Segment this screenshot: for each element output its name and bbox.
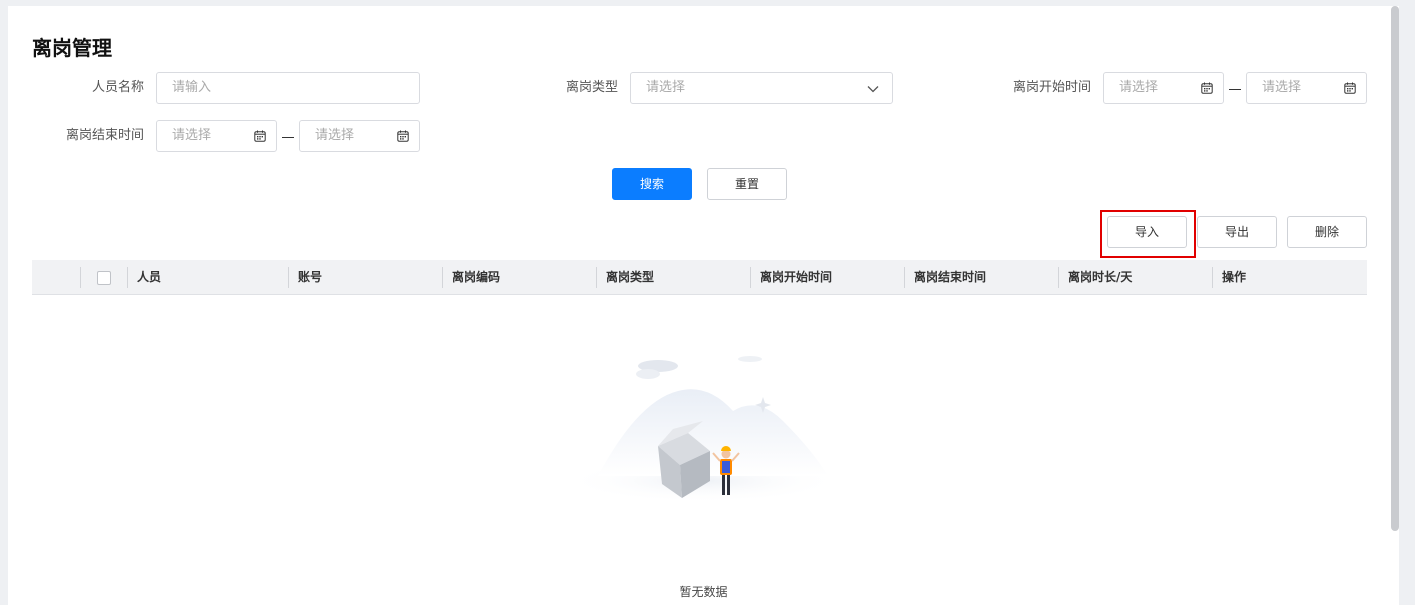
column-header-start-time: 离岗开始时间 — [750, 260, 904, 295]
search-button[interactable]: 搜索 — [612, 168, 692, 200]
column-header-label: 离岗时长/天 — [1068, 270, 1133, 284]
end-time-to[interactable]: 请选择 — [299, 120, 420, 152]
type-select[interactable]: 请选择 — [630, 72, 893, 104]
end-time-from-placeholder: 请选择 — [172, 128, 212, 143]
end-time-label: 离岗结束时间 — [65, 128, 144, 143]
start-time-label: 离岗开始时间 — [1012, 80, 1091, 95]
reset-button[interactable]: 重置 — [707, 168, 787, 200]
column-header-end-time: 离岗结束时间 — [904, 260, 1058, 295]
end-time-to-placeholder: 请选择 — [315, 128, 355, 143]
column-header-duration: 离岗时长/天 — [1058, 260, 1212, 295]
column-header-code: 离岗编码 — [442, 260, 596, 295]
name-input[interactable]: 请输入 — [156, 72, 420, 104]
column-header-person: 人员 — [127, 260, 288, 295]
column-header-label: 操作 — [1222, 270, 1247, 284]
end-time-from[interactable]: 请选择 — [156, 120, 277, 152]
empty-state-text: 暂无数据 — [679, 585, 728, 599]
calendar-icon — [1344, 82, 1356, 94]
select-all-checkbox[interactable] — [97, 271, 111, 285]
name-label: 人员名称 — [91, 80, 144, 95]
column-separator — [750, 267, 751, 288]
table-header: 人员 账号 离岗编码 离岗类型 离岗开始时间 离岗结束时间 离岗时长/天 操作 — [32, 260, 1367, 295]
empty-state-illustration — [563, 356, 843, 503]
column-separator — [596, 267, 597, 288]
column-separator — [1212, 267, 1213, 288]
column-header-label: 离岗类型 — [606, 270, 655, 284]
chevron-down-icon — [867, 86, 879, 93]
type-label: 离岗类型 — [565, 80, 618, 95]
calendar-icon — [254, 130, 266, 142]
start-time-from-placeholder: 请选择 — [1119, 80, 1159, 95]
export-button[interactable]: 导出 — [1197, 216, 1277, 248]
column-separator — [904, 267, 905, 288]
column-header-label: 离岗开始时间 — [760, 270, 833, 284]
column-header-account: 账号 — [288, 260, 442, 295]
start-time-to[interactable]: 请选择 — [1246, 72, 1367, 104]
start-time-from[interactable]: 请选择 — [1103, 72, 1224, 104]
column-header-label: 离岗结束时间 — [914, 270, 987, 284]
calendar-icon — [397, 130, 409, 142]
main-panel: 离岗管理 人员名称 请输入 离岗类型 请选择 离岗开始时间 请选择 请选择 离岗… — [8, 6, 1399, 605]
end-range-separator — [282, 137, 294, 138]
start-time-to-placeholder: 请选择 — [1262, 80, 1302, 95]
column-separator — [442, 267, 443, 288]
import-button[interactable]: 导入 — [1107, 216, 1187, 248]
column-header-actions: 操作 — [1212, 260, 1367, 295]
column-separator — [288, 267, 289, 288]
column-separator — [80, 267, 81, 288]
column-separator — [1058, 267, 1059, 288]
column-header-label: 账号 — [298, 270, 323, 284]
vertical-scrollbar[interactable] — [1391, 6, 1399, 531]
calendar-icon — [1201, 82, 1213, 94]
type-select-value: 请选择 — [646, 80, 686, 95]
column-header-label: 人员 — [137, 270, 162, 284]
column-separator — [127, 267, 128, 288]
delete-button[interactable]: 删除 — [1287, 216, 1367, 248]
page-title: 离岗管理 — [32, 36, 112, 60]
start-range-separator — [1229, 89, 1241, 90]
column-header-type: 离岗类型 — [596, 260, 750, 295]
column-header-label: 离岗编码 — [452, 270, 501, 284]
